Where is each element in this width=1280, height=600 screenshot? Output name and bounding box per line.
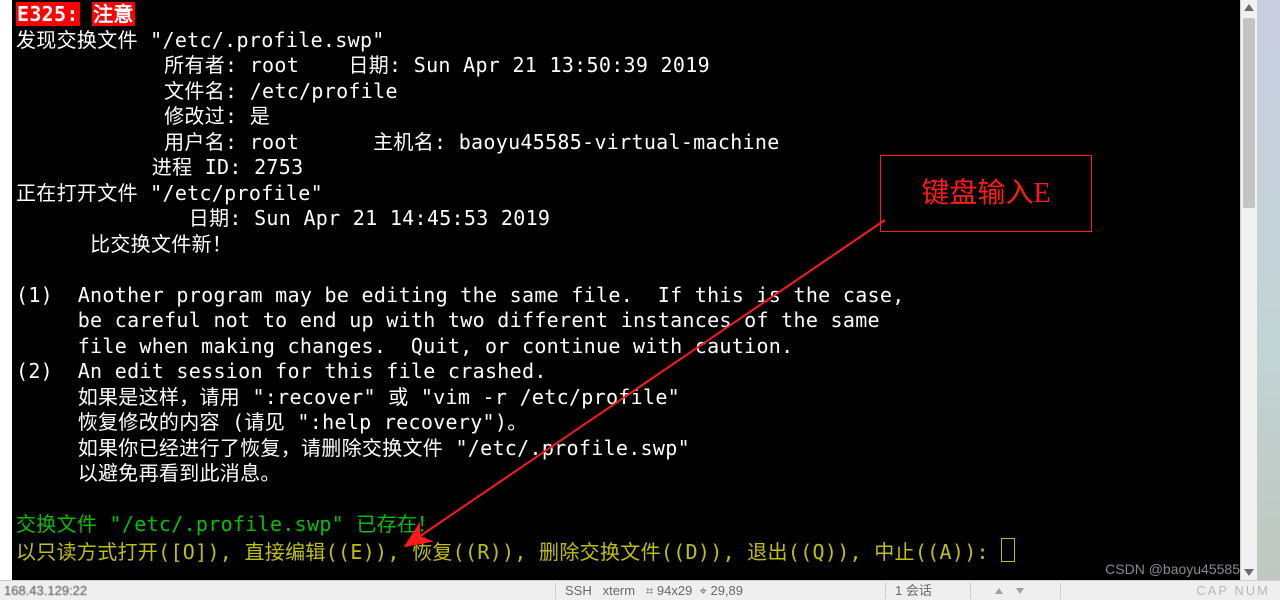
msg-l1: (1) Another program may be editing the s…: [16, 283, 905, 307]
cursor-icon: [1001, 538, 1015, 562]
opening-line: 正在打开文件 "/etc/profile": [16, 181, 323, 205]
date-value: Sun Apr 21 13:50:39 2019: [414, 53, 710, 77]
msg-l8: 以避免再看到此消息。: [16, 461, 281, 485]
modified-value: 是: [250, 104, 270, 128]
divider-icon: [970, 583, 971, 599]
status-capnum: CAP NUM: [1196, 581, 1270, 600]
status-term: xterm: [603, 583, 636, 598]
status-ip: 168.43.129:22: [4, 581, 87, 600]
host-label: 主机名:: [373, 130, 446, 154]
newer-text: 比交换文件新！: [90, 232, 232, 256]
error-label: 注意: [92, 2, 135, 26]
host-value: baoyu45585-virtual-machine: [459, 130, 780, 154]
watermark: CSDN @baoyu45585: [1105, 562, 1240, 576]
opening-date-value: Sun Apr 21 14:45:53 2019: [254, 206, 550, 230]
scroll-thumb[interactable]: [1243, 18, 1255, 208]
screenshot-frame: E325: 注意 发现交换文件 "/etc/.profile.swp" 所有者:…: [0, 0, 1280, 600]
error-code: E325:: [16, 2, 80, 26]
msg-l6: 恢复修改的内容 (请见 ":help recovery")。: [16, 410, 528, 434]
divider-icon: [555, 583, 556, 599]
msg-l2: be careful not to end up with two differ…: [16, 308, 880, 332]
owner-label: 所有者:: [164, 53, 237, 77]
modified-label: 修改过:: [164, 104, 237, 128]
date-label: 日期:: [348, 53, 401, 77]
status-pos: 29,89: [710, 583, 743, 598]
swap-found-line: 发现交换文件 "/etc/.profile.swp": [16, 28, 385, 52]
scroll-up-icon[interactable]: [1244, 4, 1254, 11]
msg-l5: 如果是这样，请用 ":recover" 或 "vim -r /etc/profi…: [16, 385, 680, 409]
arrow-keys-icon: [985, 581, 1027, 600]
msg-l7: 如果你已经进行了恢复，请删除交换文件 "/etc/.profile.swp": [16, 436, 690, 460]
divider-icon: [885, 583, 886, 599]
msg-l4: (2) An edit session for this file crashe…: [16, 359, 547, 383]
msg-l3: file when making changes. Quit, or conti…: [16, 334, 793, 358]
opening-date-label: 日期:: [189, 206, 242, 230]
status-bar: 168.43.129:22 SSH xterm ⌗ 94x29 ⌖ 29,89 …: [0, 580, 1280, 600]
desktop-strip: [1257, 0, 1280, 580]
user-label: 用户名:: [164, 130, 237, 154]
pid-label: 进程 ID:: [152, 155, 242, 179]
status-sessions: 1 会话: [895, 581, 932, 600]
filename-label: 文件名:: [164, 79, 237, 103]
swap-exists-line: 交换文件 "/etc/.profile.swp" 已存在！: [16, 512, 438, 536]
owner-value: root: [250, 53, 299, 77]
scroll-down-icon[interactable]: [1244, 569, 1254, 576]
filename-value: /etc/profile: [250, 79, 398, 103]
user-value: root: [250, 130, 299, 154]
pid-value: 2753: [254, 155, 303, 179]
status-ssh: SSH: [565, 583, 592, 598]
vim-prompt-options: 以只读方式打开([O]), 直接编辑((E)), 恢复((R)), 删除交换文件…: [16, 540, 1001, 564]
terminal[interactable]: E325: 注意 发现交换文件 "/etc/.profile.swp" 所有者:…: [12, 0, 1240, 580]
window-left-gutter: [0, 0, 12, 580]
status-size: 94x29: [657, 583, 692, 598]
divider-icon: [1060, 583, 1061, 599]
status-conn: SSH xterm ⌗ 94x29 ⌖ 29,89: [565, 581, 743, 600]
scrollbar[interactable]: [1240, 0, 1257, 580]
